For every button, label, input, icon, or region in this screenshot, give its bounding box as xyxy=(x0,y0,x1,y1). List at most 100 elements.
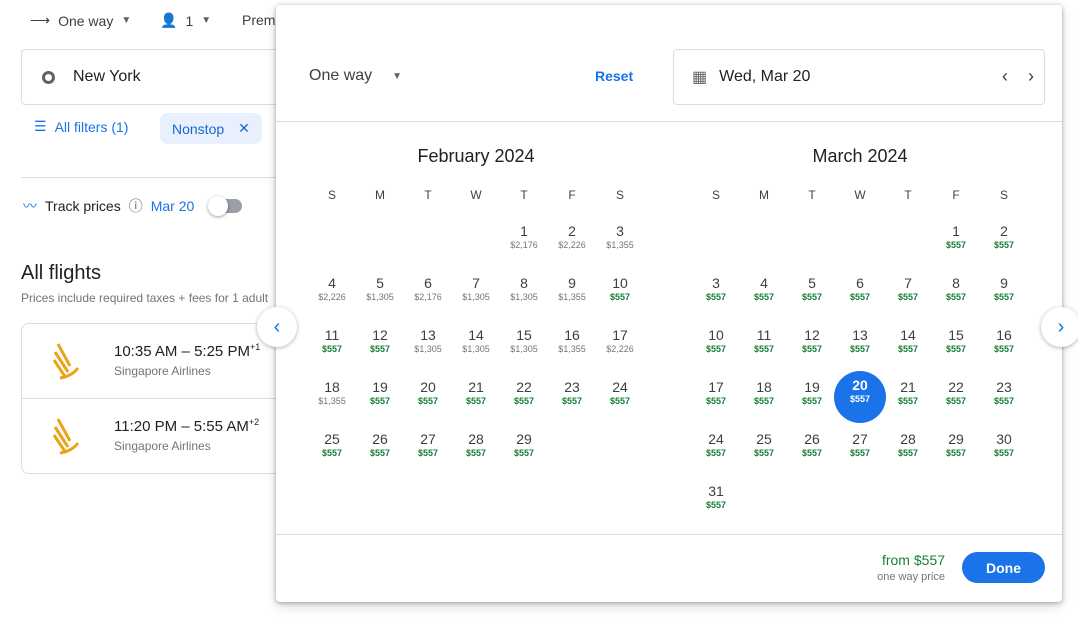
day-cell[interactable]: 10 $557 xyxy=(692,321,740,369)
day-cell[interactable]: 25 $557 xyxy=(308,425,356,473)
day-cell[interactable]: 4 $2,226 xyxy=(308,269,356,317)
day-price: $557 xyxy=(417,396,439,406)
nonstop-chip[interactable]: Nonstop ✕ xyxy=(160,113,262,144)
day-cell[interactable]: 14 $557 xyxy=(884,321,932,369)
day-cell[interactable]: 9 $1,355 xyxy=(548,269,596,317)
day-cell[interactable]: 11 $557 xyxy=(308,321,356,369)
day-cell[interactable]: 22 $557 xyxy=(932,373,980,421)
dialog-trip-select[interactable]: One way ▼ xyxy=(309,67,402,85)
day-cell[interactable]: 24 $557 xyxy=(596,373,644,421)
day-price: $557 xyxy=(849,344,871,354)
day-cell[interactable]: 20 $557 xyxy=(404,373,452,421)
day-cell[interactable]: 14 $1,305 xyxy=(452,321,500,369)
weekday-label: S xyxy=(327,188,336,202)
day-number: 5 xyxy=(808,275,816,291)
day-number: 20 xyxy=(420,379,436,395)
day-cell[interactable]: 5 $1,305 xyxy=(356,269,404,317)
day-number: 31 xyxy=(708,483,724,499)
day-cell[interactable]: 27 $557 xyxy=(836,425,884,473)
all-filters-button[interactable]: ☰ All filters (1) xyxy=(34,118,128,135)
done-button[interactable]: Done xyxy=(962,552,1045,583)
day-cell[interactable]: 20 $557 xyxy=(834,371,886,423)
day-number: 10 xyxy=(612,275,628,291)
day-cell[interactable]: 27 $557 xyxy=(404,425,452,473)
day-price: $557 xyxy=(369,448,391,458)
day-number: 17 xyxy=(708,379,724,395)
day-cell[interactable]: 17 $557 xyxy=(692,373,740,421)
day-cell[interactable]: 18 $557 xyxy=(740,373,788,421)
day-number: 3 xyxy=(712,275,720,291)
day-cell[interactable]: 8 $557 xyxy=(932,269,980,317)
day-number: 15 xyxy=(516,327,532,343)
day-cell[interactable]: 8 $1,305 xyxy=(500,269,548,317)
day-cell[interactable]: 28 $557 xyxy=(452,425,500,473)
day-cell[interactable]: 17 $2,226 xyxy=(596,321,644,369)
day-cell[interactable]: 16 $557 xyxy=(980,321,1028,369)
day-cell[interactable]: 7 $557 xyxy=(884,269,932,317)
day-number: 4 xyxy=(760,275,768,291)
arrow-right-icon: ⟶ xyxy=(30,12,51,28)
passengers-select[interactable]: 👤 1 ▼ xyxy=(160,12,211,29)
day-cell[interactable]: 1 $2,176 xyxy=(500,217,548,265)
day-cell[interactable]: 28 $557 xyxy=(884,425,932,473)
day-cell[interactable]: 13 $1,305 xyxy=(404,321,452,369)
flight-row[interactable]: 11:20 PM – 5:55 AM+2 Singapore Airlines xyxy=(22,399,300,473)
day-price: $557 xyxy=(753,396,775,406)
day-cell[interactable]: 22 $557 xyxy=(500,373,548,421)
day-cell[interactable]: 21 $557 xyxy=(452,373,500,421)
day-cell[interactable]: 1 $557 xyxy=(932,217,980,265)
day-cell[interactable]: 30 $557 xyxy=(980,425,1028,473)
day-cell[interactable]: 4 $557 xyxy=(740,269,788,317)
day-cell[interactable]: 2 $557 xyxy=(980,217,1028,265)
day-cell[interactable]: 25 $557 xyxy=(740,425,788,473)
day-price: $557 xyxy=(705,500,727,510)
day-cell[interactable]: 2 $2,226 xyxy=(548,217,596,265)
prev-date-icon[interactable]: ‹ xyxy=(1002,66,1008,87)
day-cell[interactable]: 15 $557 xyxy=(932,321,980,369)
day-number: 1 xyxy=(952,223,960,239)
day-number: 15 xyxy=(948,327,964,343)
day-cell[interactable]: 31 $557 xyxy=(692,477,740,525)
day-cell[interactable]: 26 $557 xyxy=(788,425,836,473)
day-cell[interactable]: 24 $557 xyxy=(692,425,740,473)
day-cell[interactable]: 26 $557 xyxy=(356,425,404,473)
reset-button[interactable]: Reset xyxy=(595,68,633,84)
day-cell[interactable]: 19 $557 xyxy=(356,373,404,421)
next-date-icon[interactable]: › xyxy=(1028,66,1034,87)
close-icon[interactable]: ✕ xyxy=(238,120,250,137)
day-cell[interactable]: 29 $557 xyxy=(500,425,548,473)
day-cell[interactable]: 19 $557 xyxy=(788,373,836,421)
next-month-button[interactable]: › xyxy=(1041,307,1078,347)
day-cell[interactable]: 15 $1,305 xyxy=(500,321,548,369)
day-price: $557 xyxy=(849,394,871,404)
day-cell[interactable]: 13 $557 xyxy=(836,321,884,369)
day-cell[interactable]: 9 $557 xyxy=(980,269,1028,317)
day-cell[interactable]: 6 $2,176 xyxy=(404,269,452,317)
day-cell[interactable]: 23 $557 xyxy=(548,373,596,421)
day-cell[interactable]: 3 $557 xyxy=(692,269,740,317)
day-price: $1,305 xyxy=(414,344,442,354)
day-price: $557 xyxy=(609,396,631,406)
day-cell[interactable]: 12 $557 xyxy=(788,321,836,369)
track-toggle[interactable] xyxy=(208,196,243,216)
prev-month-button[interactable]: ‹ xyxy=(257,307,297,347)
day-cell[interactable]: 10 $557 xyxy=(596,269,644,317)
day-cell[interactable]: 7 $1,305 xyxy=(452,269,500,317)
day-price: $557 xyxy=(849,292,871,302)
departure-date-input[interactable]: ▦ Wed, Mar 20 ‹ › xyxy=(673,49,1045,105)
day-cell[interactable]: 5 $557 xyxy=(788,269,836,317)
trip-type-select[interactable]: ⟶ One way ▼ xyxy=(30,12,131,29)
day-number: 21 xyxy=(468,379,484,395)
day-cell[interactable]: 29 $557 xyxy=(932,425,980,473)
day-cell[interactable]: 11 $557 xyxy=(740,321,788,369)
day-number: 26 xyxy=(372,431,388,447)
day-cell[interactable]: 21 $557 xyxy=(884,373,932,421)
info-icon[interactable]: ⓘ xyxy=(129,196,143,216)
day-cell[interactable]: 6 $557 xyxy=(836,269,884,317)
day-cell[interactable]: 12 $557 xyxy=(356,321,404,369)
day-cell[interactable]: 18 $1,355 xyxy=(308,373,356,421)
day-number: 17 xyxy=(612,327,628,343)
day-cell[interactable]: 16 $1,355 xyxy=(548,321,596,369)
day-cell[interactable]: 23 $557 xyxy=(980,373,1028,421)
day-cell[interactable]: 3 $1,355 xyxy=(596,217,644,265)
